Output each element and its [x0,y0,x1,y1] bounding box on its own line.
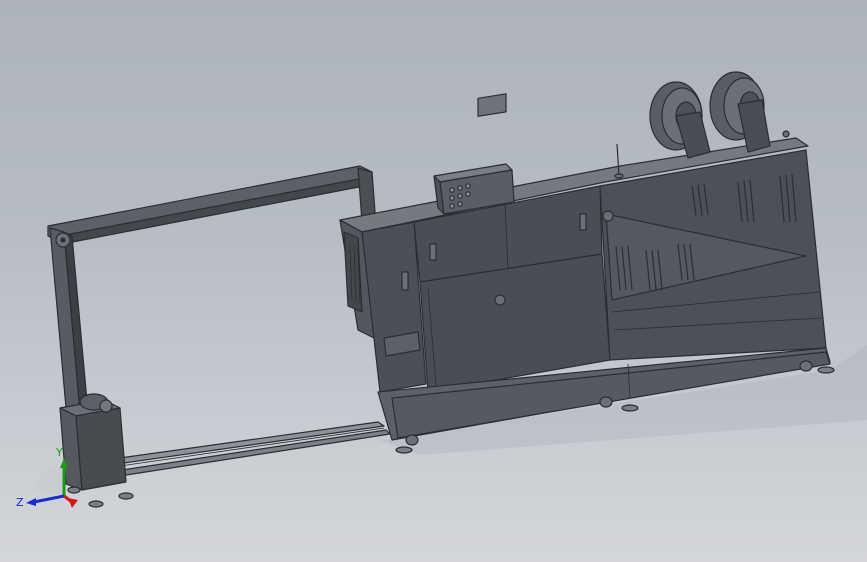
machine-model-view[interactable]: Y Z [0,0,867,562]
axis-y-label: Y [55,446,63,459]
foot [88,500,104,508]
cad-viewport[interactable]: Y Z [0,0,867,562]
triad-shading [36,463,64,496]
control-display [477,93,507,117]
axis-z-line [33,494,65,504]
tension-motor-end [99,399,113,413]
foot [118,492,134,500]
frame-pulley-hub [60,237,66,243]
axis-z-label: Z [16,496,24,509]
upper-cabinet-left-handle[interactable] [429,243,437,261]
left-module-handle[interactable] [401,271,409,291]
axis-x-arrow [68,498,78,508]
tape-path-roller[interactable] [602,210,614,222]
control-panel[interactable] [433,93,515,215]
upper-cabinet-right-handle[interactable] [579,213,587,231]
reel-bracket-bolt [782,130,790,138]
lower-cabinet-knob[interactable] [494,294,506,306]
tape-reels[interactable] [649,71,790,159]
foot [67,486,81,494]
tension-box-side [75,407,127,491]
reel-right-arm [737,99,771,153]
frame-top-bar-face [59,177,365,245]
axis-z-arrow [26,498,36,506]
reel-left-arm [675,111,711,159]
base-rail-upper[interactable] [119,421,385,464]
tension-box[interactable] [59,393,134,508]
